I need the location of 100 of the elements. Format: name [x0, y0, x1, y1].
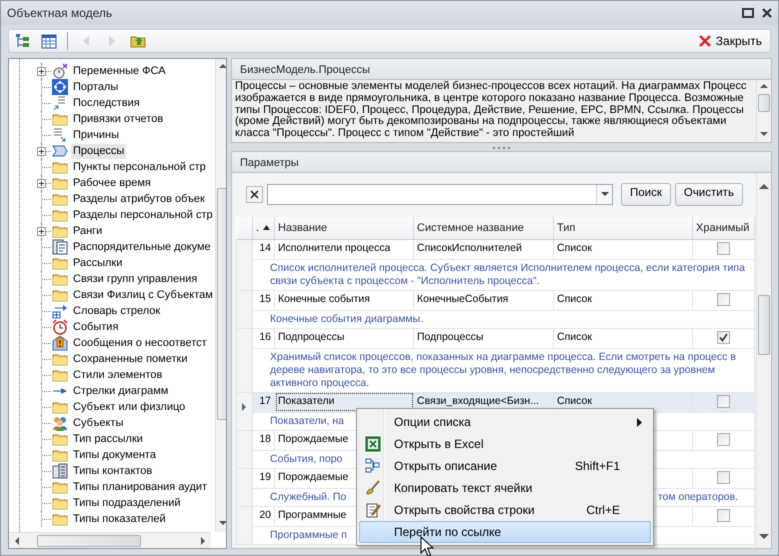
scroll-right-icon[interactable] [199, 536, 207, 544]
tree-item[interactable]: Сообщения о несоответст [71, 336, 209, 350]
row-description: Хранимый список процессов, показанных на диаграмме процесса. Если смотреть на процесс в дереве навигатора, то это все процессы уровня, непосредственно следующего за уровнем активного процесса. [270, 350, 736, 388]
scroll-down-icon[interactable] [759, 532, 769, 540]
row-description: Программные п [270, 528, 347, 540]
clear-filter-button[interactable] [246, 186, 263, 202]
expand-icon[interactable] [38, 148, 45, 155]
row-number: 16 [252, 328, 274, 348]
table-cell: Подпроцессы [414, 328, 554, 348]
clear-button[interactable]: Очистить [674, 182, 743, 206]
tree-item[interactable]: Связи Физлиц с Субъектам [71, 288, 215, 302]
brush-icon [365, 480, 381, 496]
scrollbar[interactable] [214, 59, 226, 532]
row-description: Показатели, на [270, 414, 344, 426]
tree-item[interactable]: Порталы [71, 80, 120, 94]
checkbox[interactable] [717, 470, 730, 484]
close-button[interactable]: Закрыть [696, 32, 764, 50]
window-title: Объектная модель [7, 5, 112, 22]
tree-item[interactable]: Типы подразделений [71, 496, 183, 510]
tree-item[interactable]: Процессы [71, 144, 126, 158]
tree-item[interactable]: Словарь стрелок [71, 304, 162, 318]
tree-item[interactable]: Сохраненные пометки [71, 352, 190, 366]
row-number: 15 [252, 290, 274, 310]
checkmark-icon [719, 332, 728, 342]
close-icon [250, 190, 259, 198]
scrollbar-thumb[interactable] [758, 295, 770, 355]
search-button[interactable]: Поиск [621, 182, 671, 206]
tree-item[interactable]: Субъекты [71, 416, 126, 430]
tree-item[interactable]: Типы контактов [71, 464, 154, 478]
tree-item[interactable]: Рабочее время [71, 176, 153, 190]
tree-item[interactable]: Разделы персональной стр [71, 208, 215, 222]
edit-note-icon [365, 502, 381, 518]
tree-item[interactable]: Последствия [71, 96, 142, 110]
current-row-icon [241, 402, 247, 411]
tree-item[interactable]: Типы документа [71, 448, 158, 462]
scrollbar-thumb[interactable] [216, 188, 226, 420]
diagram-icon [365, 458, 381, 474]
stopwatch-icon [52, 63, 68, 79]
tree-item[interactable]: События [71, 320, 120, 334]
expand-icon[interactable] [38, 228, 45, 235]
tree-item[interactable]: Типы планирования аудит [71, 480, 210, 494]
scrollbar[interactable] [756, 80, 771, 142]
tree-item[interactable]: Переменные ФСА [71, 64, 168, 78]
scroll-left-icon[interactable] [13, 536, 21, 544]
tree-item[interactable]: Стили элементов [71, 368, 164, 382]
tree-item[interactable]: Пункты персональной стр [71, 160, 208, 174]
close-icon[interactable] [762, 8, 772, 18]
tree-icon[interactable] [15, 33, 31, 49]
tree-item[interactable]: Разделы атрибутов объек [71, 192, 207, 206]
contacts-icon [52, 463, 68, 479]
process-shape-icon [52, 143, 68, 159]
dropdown-caret-icon[interactable] [600, 192, 608, 196]
horizontal-scrollbar[interactable] [9, 532, 211, 548]
checkbox[interactable] [717, 242, 730, 255]
search-field[interactable] [267, 184, 613, 204]
row-description: Список исполнителей процесса. Субъект является Исполнителем процесса, если категория типа связи субъекта с процессом - "Исполнитель процесса". [270, 262, 745, 286]
column-header[interactable]: Название [274, 217, 414, 239]
table-cell: Список [554, 239, 692, 259]
checkbox[interactable] [717, 292, 730, 306]
column-header[interactable]: Тип [554, 217, 692, 239]
tree-item[interactable]: Субъект или физлицо [71, 400, 188, 414]
expand-icon[interactable] [38, 68, 45, 75]
splitter-grip-icon[interactable] [492, 146, 512, 148]
tree-item[interactable]: Связи групп управления [71, 272, 200, 286]
checkbox[interactable] [717, 394, 730, 408]
checkbox[interactable] [717, 432, 730, 446]
people-icon [52, 415, 68, 431]
menu-item[interactable]: Опции списка [359, 411, 651, 433]
tree-item[interactable]: Привязки отчетов [71, 112, 166, 126]
expand-icon[interactable] [38, 180, 45, 187]
restore-icon[interactable] [742, 8, 754, 18]
alarm-clock-icon [52, 319, 68, 335]
row-number: 19 [252, 468, 274, 488]
tree-item[interactable]: Стрелки диаграмм [71, 384, 170, 398]
scrollbar-thumb[interactable] [758, 94, 770, 112]
checkbox[interactable] [717, 508, 730, 522]
row-description: Конечные события диаграммы. [270, 312, 424, 324]
tree-item[interactable]: Ранги [71, 224, 104, 238]
menu-item[interactable]: Перейти по ссылке [359, 521, 651, 543]
scrollbar[interactable] [756, 173, 771, 548]
panel-title: БизнесМодель.Процессы [231, 58, 772, 79]
column-header[interactable]: Хранимый [692, 217, 754, 239]
tree-item[interactable]: Причины [71, 128, 122, 142]
table-cell: Список [554, 328, 692, 348]
tree-item[interactable]: Типы показателей [71, 512, 168, 526]
list-arrow-icon [52, 95, 68, 111]
scrollbar-thumb[interactable] [37, 534, 141, 546]
table-icon[interactable] [41, 33, 57, 49]
column-header[interactable]: Системное название [414, 217, 554, 239]
tree-item[interactable]: Распорядительные докуме [71, 240, 213, 254]
tree-item[interactable]: Тип рассылки [71, 432, 145, 446]
table-cell: Подпроцессы [274, 328, 414, 348]
scroll-up-icon[interactable] [759, 183, 769, 191]
checkbox[interactable] [717, 330, 730, 344]
row-description: том операторов. [658, 490, 738, 504]
column-header[interactable]: . [252, 217, 274, 239]
tree-item[interactable]: Рассылки [71, 256, 124, 270]
table-cell: Список [554, 290, 692, 310]
scroll-down-icon[interactable] [760, 130, 768, 138]
scroll-down-icon[interactable] [218, 518, 226, 528]
